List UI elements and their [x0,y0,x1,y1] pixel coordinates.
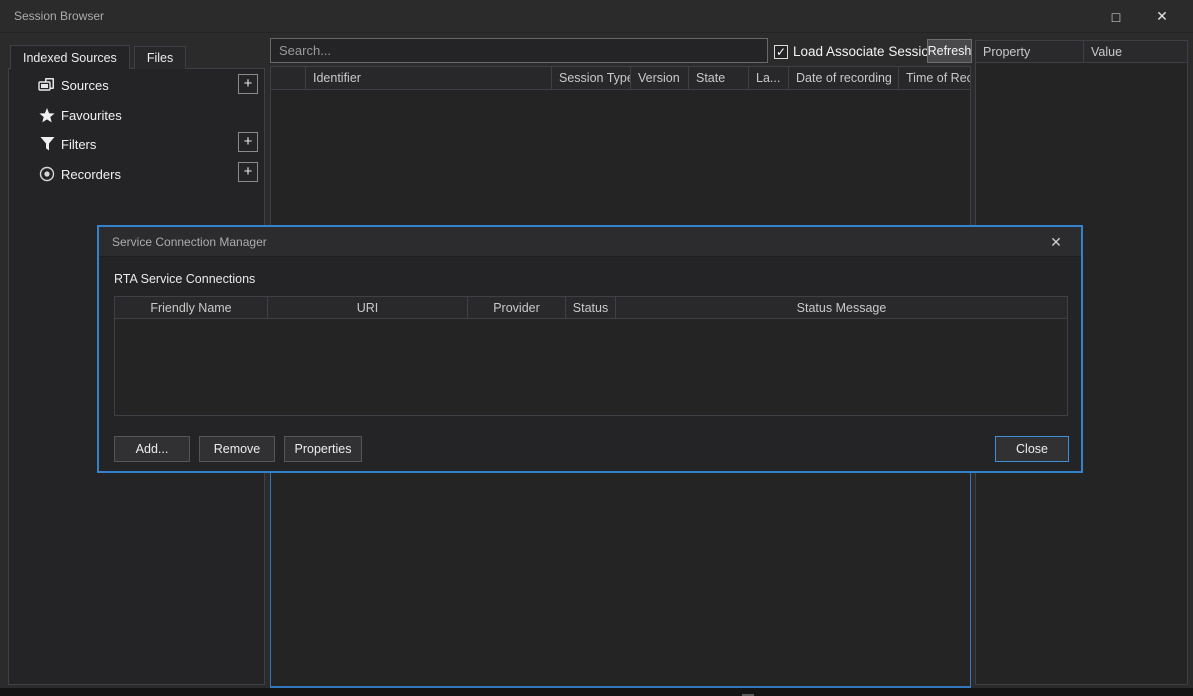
window-title: Session Browser [14,9,104,23]
sidebar-tabs: Indexed Sources Files [10,45,186,69]
record-icon [37,166,57,182]
tab-indexed-sources[interactable]: Indexed Sources [10,45,130,69]
load-associate-checkbox[interactable]: ✓ [774,45,788,59]
add-button[interactable]: Add... [114,436,190,462]
properties-header: Property Value [976,41,1187,63]
bottom-strip [0,688,1193,696]
maximize-icon: □ [1112,9,1120,25]
column-header-status-message[interactable]: Status Message [616,297,1067,318]
tab-label: Indexed Sources [23,51,117,65]
rta-service-connections-label: RTA Service Connections [114,272,255,286]
add-recorder-button[interactable]: + [238,162,258,182]
plus-icon: + [244,133,253,150]
maximize-button[interactable]: □ [1095,3,1137,31]
sidebar-item-label: Recorders [61,167,121,182]
plus-icon: + [244,75,253,92]
dialog-title: Service Connection Manager [112,235,267,249]
properties-button-label: Properties [295,442,352,456]
add-source-button[interactable]: + [238,74,258,94]
column-header-status[interactable]: Status [566,297,616,318]
column-header-value[interactable]: Value [1084,41,1187,62]
add-button-label: Add... [136,442,169,456]
column-header-blank[interactable] [271,67,306,89]
service-connection-manager-dialog: Service Connection Manager ✕ RTA Service… [97,225,1083,473]
sidebar-item-recorders[interactable]: Recorders + [9,164,264,184]
search-input[interactable] [270,38,768,63]
column-header-identifier[interactable]: Identifier [306,67,552,89]
close-icon: ✕ [1050,234,1062,251]
column-header-friendly-name[interactable]: Friendly Name [115,297,268,318]
close-button[interactable]: Close [995,436,1069,462]
sidebar-item-favourites[interactable]: Favourites [9,105,264,125]
connections-table-body[interactable] [115,319,1067,415]
refresh-button-label: Refresh [928,44,972,58]
star-icon [37,108,57,123]
add-filter-button[interactable]: + [238,132,258,152]
column-header-date-of-recording[interactable]: Date of recording [789,67,899,89]
properties-button[interactable]: Properties [284,436,362,462]
column-header-uri[interactable]: URI [268,297,468,318]
sidebar-item-label: Filters [61,137,96,152]
load-associate-label[interactable]: Load Associate Sessions [793,44,943,59]
remove-button-label: Remove [214,442,261,456]
plus-icon: + [244,163,253,180]
sidebar-item-label: Sources [61,78,109,93]
tab-label: Files [147,51,173,65]
column-header-session-type[interactable]: Session Type [552,67,631,89]
remove-button[interactable]: Remove [199,436,275,462]
sidebar-item-filters[interactable]: Filters + [9,134,264,154]
window-close-button[interactable]: ✕ [1141,3,1183,31]
column-header-property[interactable]: Property [976,41,1084,62]
sidebar-item-label: Favourites [61,108,122,123]
checkmark-icon: ✓ [776,46,786,58]
refresh-button[interactable]: Refresh [927,39,972,63]
window-controls: □ ✕ [1095,0,1183,33]
dialog-titlebar[interactable]: Service Connection Manager [99,227,1081,257]
column-header-la[interactable]: La... [749,67,789,89]
window-titlebar[interactable]: Session Browser □ ✕ [0,0,1193,33]
sidebar-item-sources[interactable]: Sources + [9,75,264,95]
column-header-state[interactable]: State [689,67,749,89]
close-button-label: Close [1016,442,1048,456]
dialog-close-button[interactable]: ✕ [1043,231,1069,253]
close-icon: ✕ [1156,8,1168,25]
connections-table-header: Friendly Name URI Provider Status Status… [115,297,1067,319]
column-header-provider[interactable]: Provider [468,297,566,318]
sources-icon [37,78,57,93]
column-header-time-of-recording[interactable]: Time of Reco [899,67,970,89]
filter-icon [37,137,57,151]
column-header-version[interactable]: Version [631,67,689,89]
connections-table: Friendly Name URI Provider Status Status… [114,296,1068,416]
session-table-header: Identifier Session Type Version State La… [271,67,970,90]
tab-files[interactable]: Files [134,46,186,69]
